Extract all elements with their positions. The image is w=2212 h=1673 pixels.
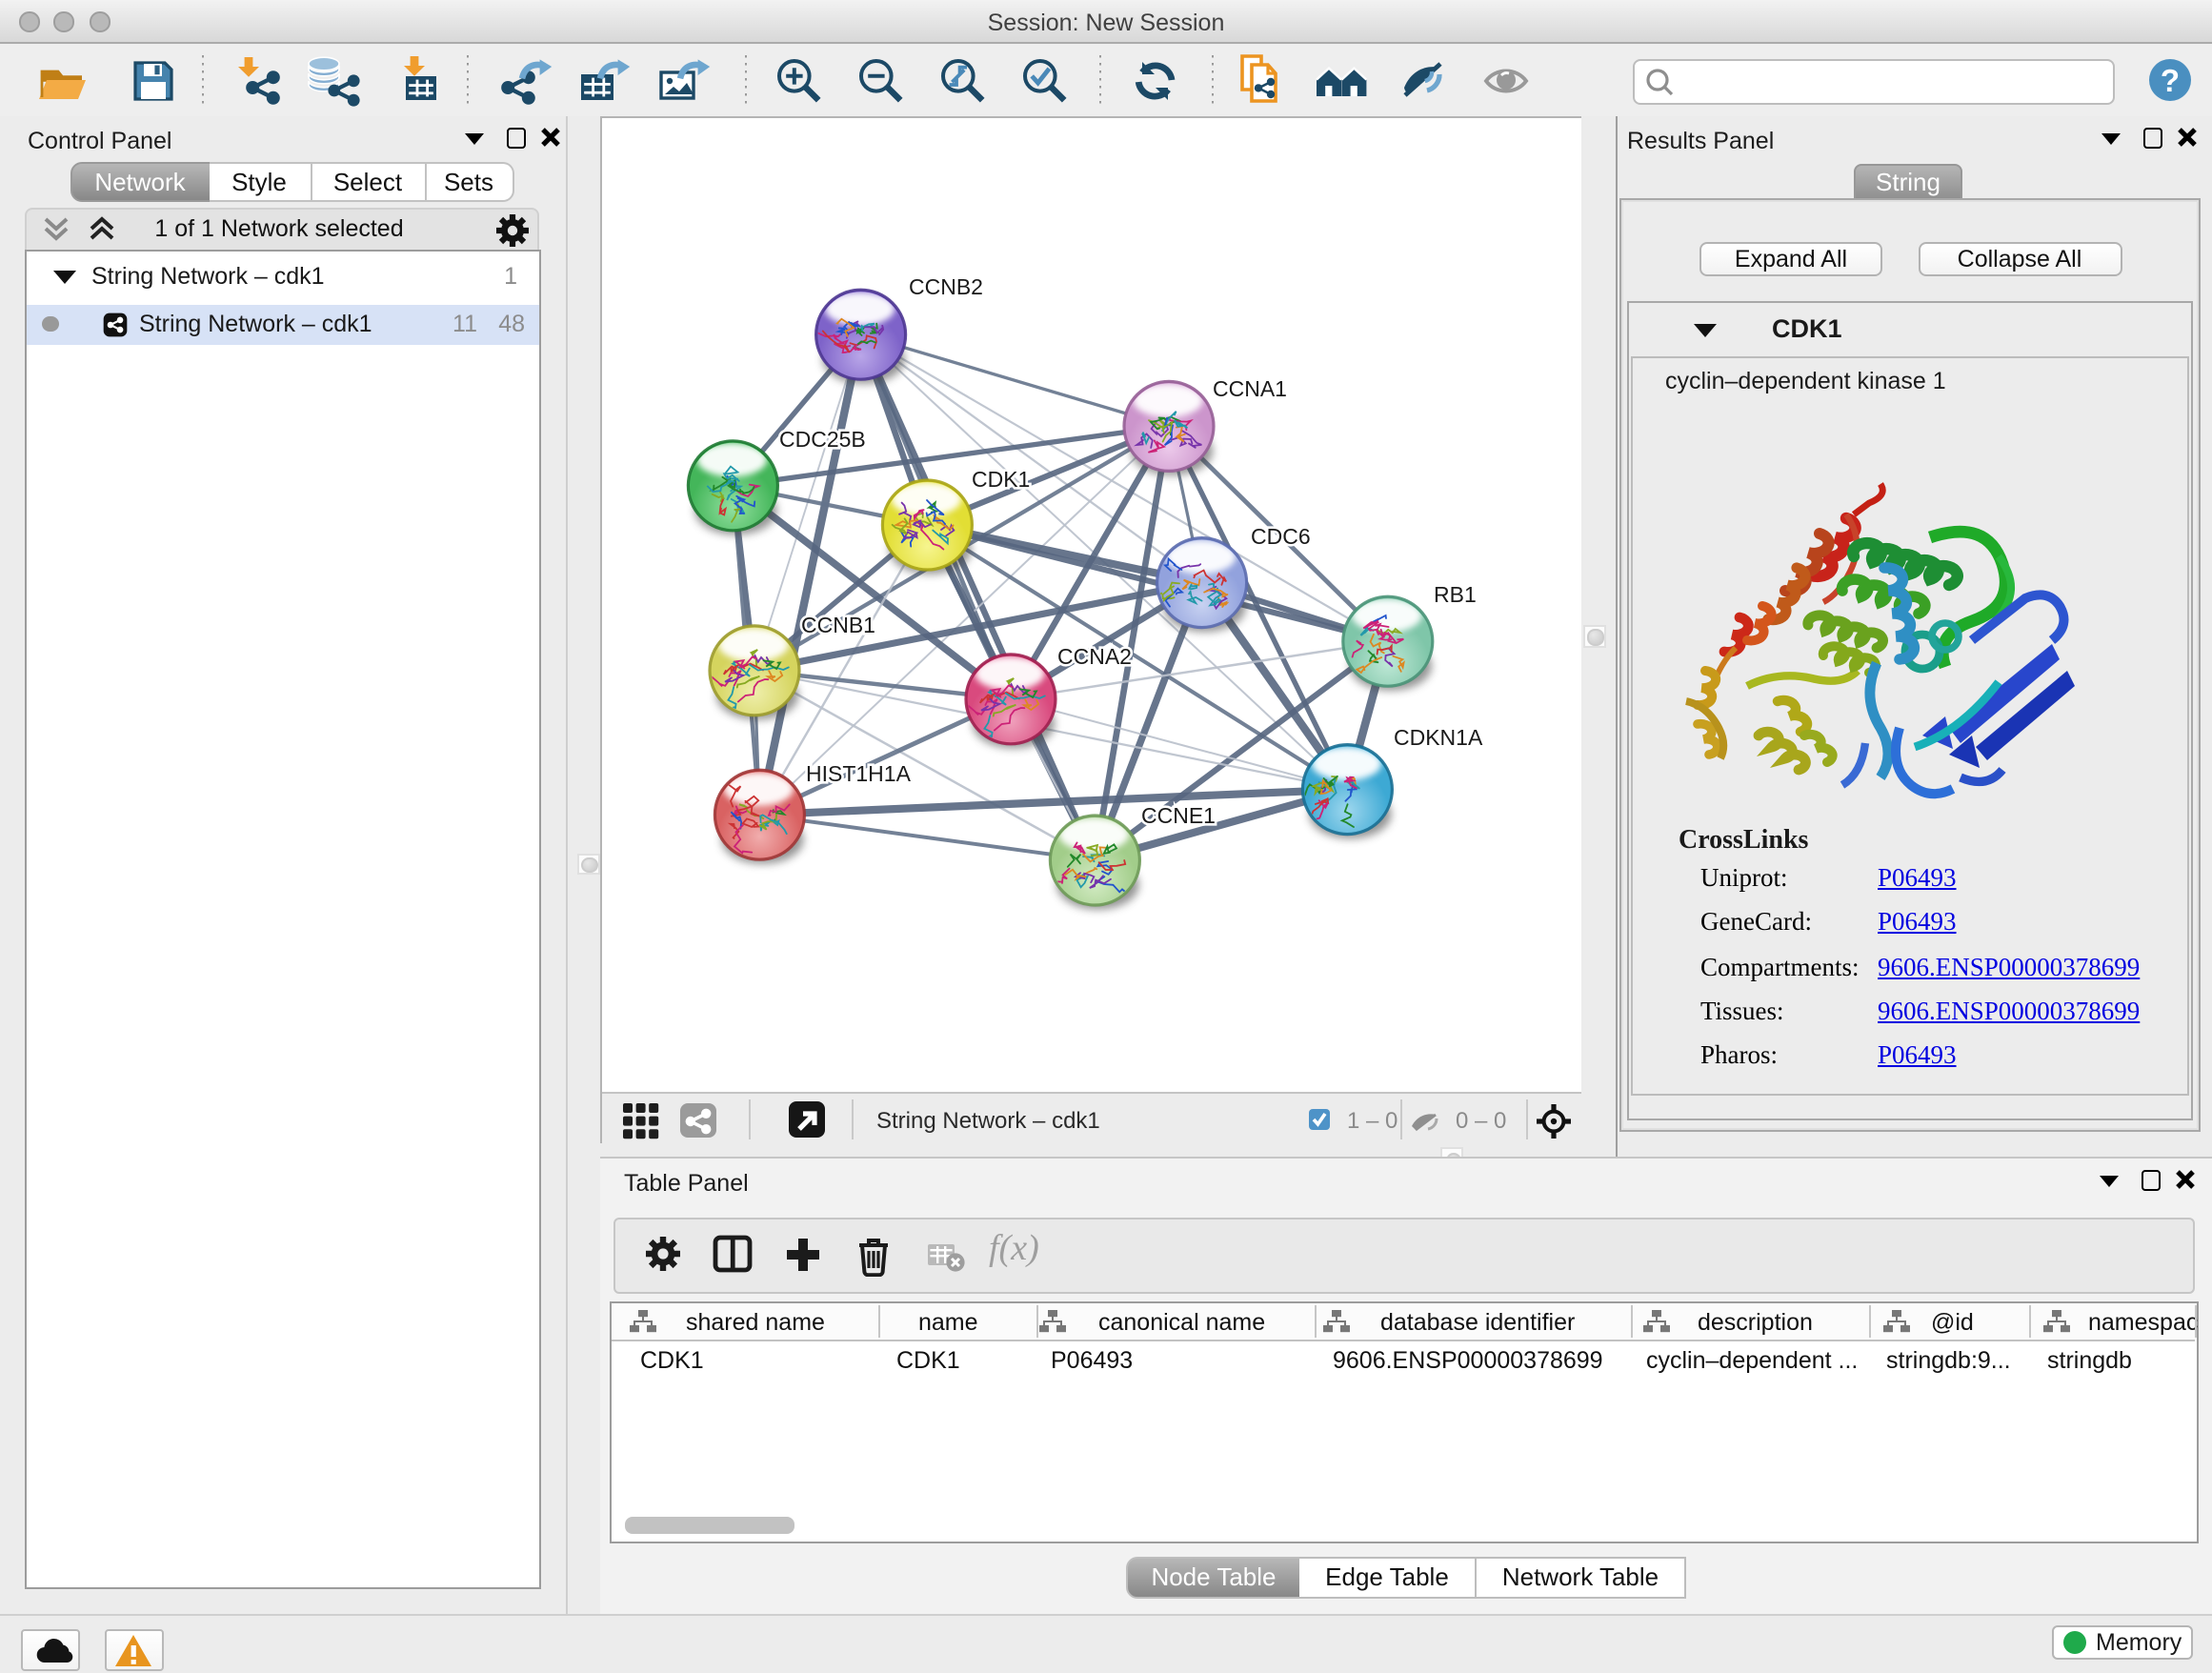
svg-text:HIST1H1A: HIST1H1A — [806, 761, 912, 786]
svg-text:CDC6: CDC6 — [1251, 524, 1311, 549]
svg-text:CCNA2: CCNA2 — [1057, 644, 1132, 669]
svg-text:CDC25B: CDC25B — [779, 427, 866, 452]
svg-text:RB1: RB1 — [1434, 582, 1477, 607]
svg-text:CDK1: CDK1 — [972, 467, 1030, 492]
svg-text:CCNA1: CCNA1 — [1213, 376, 1287, 401]
svg-text:CCNE1: CCNE1 — [1141, 803, 1216, 828]
svg-text:CCNB2: CCNB2 — [909, 274, 983, 299]
svg-text:CDKN1A: CDKN1A — [1394, 725, 1483, 750]
svg-text:?: ? — [2161, 63, 2180, 98]
svg-text:CCNB1: CCNB1 — [801, 613, 875, 637]
